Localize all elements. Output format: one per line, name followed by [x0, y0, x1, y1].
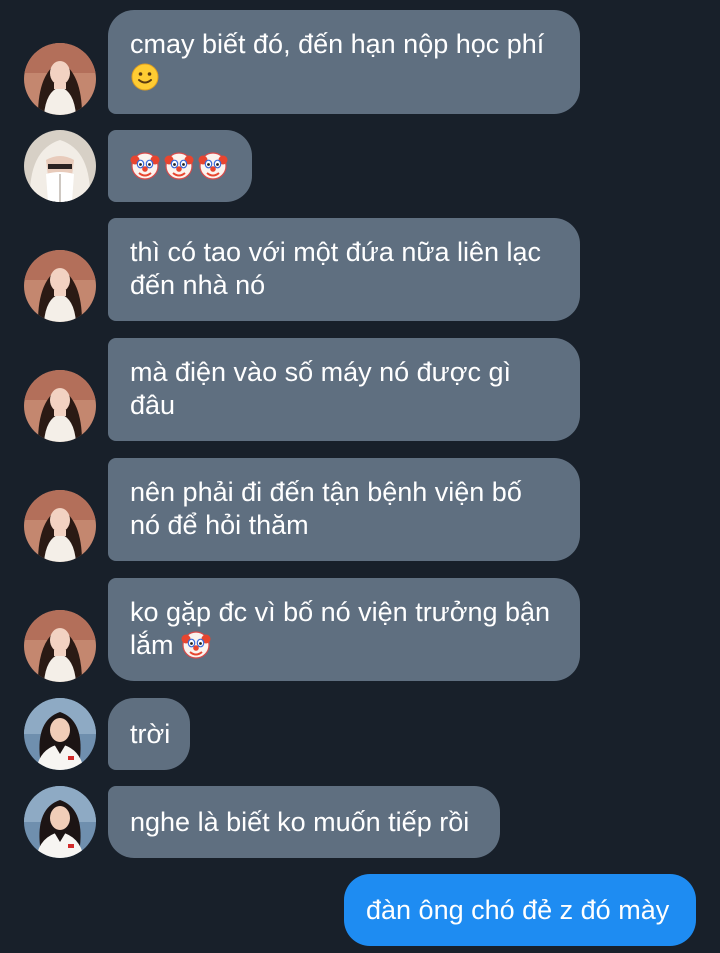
message-text: mà điện vào số máy nó được gì	[130, 357, 511, 387]
clown-face-icon	[181, 630, 211, 660]
avatar-friend-a[interactable]	[24, 490, 96, 562]
message-text: nên phải đi đến tận bệnh viện bố	[130, 477, 522, 507]
message-bubble[interactable]: nên phải đi đến tận bệnh viện bố nó để h…	[108, 458, 580, 561]
message-text: cmay biết đó, đến hạn nộp học phí	[130, 29, 545, 59]
message-text: đến nhà nó	[130, 270, 266, 300]
avatar-friend-a[interactable]	[24, 43, 96, 115]
chat-thread[interactable]: cmay biết đó, đến hạn nộp học phí thì có…	[0, 0, 720, 953]
outgoing-message-bubble[interactable]: đàn ông chó đẻ z đó mày	[344, 874, 696, 946]
message-text: lắm	[130, 630, 174, 660]
message-text: thì có tao với một đứa nữa liên lạc	[130, 237, 542, 267]
message-bubble[interactable]: cmay biết đó, đến hạn nộp học phí	[108, 10, 580, 114]
message-text: nghe là biết ko muốn tiếp rồi	[130, 807, 470, 837]
slightly-smiling-face-icon	[130, 62, 160, 92]
message-text: đâu	[130, 390, 176, 420]
avatar-friend-a[interactable]	[24, 610, 96, 682]
message-text: ko gặp đc vì bố nó viện trưởng bận	[130, 597, 551, 627]
message-bubble[interactable]	[108, 130, 252, 202]
message-bubble[interactable]: ko gặp đc vì bố nó viện trưởng bận lắm	[108, 578, 580, 681]
avatar-friend-a[interactable]	[24, 370, 96, 442]
avatar-friend-a[interactable]	[24, 250, 96, 322]
clown-face-icon	[198, 151, 228, 181]
message-text: đàn ông chó đẻ z đó mày	[366, 895, 670, 925]
clown-face-icon	[130, 151, 160, 181]
message-bubble[interactable]: trời	[108, 698, 190, 770]
message-text: nó để hỏi thăm	[130, 510, 309, 540]
message-bubble[interactable]: thì có tao với một đứa nữa liên lạc đến …	[108, 218, 580, 321]
message-text: trời	[130, 719, 171, 749]
avatar-friend-c[interactable]	[24, 698, 96, 770]
avatar-friend-c[interactable]	[24, 786, 96, 858]
message-bubble[interactable]: nghe là biết ko muốn tiếp rồi	[108, 786, 500, 858]
avatar-friend-b[interactable]	[24, 130, 96, 202]
clown-face-icon	[164, 151, 194, 181]
message-bubble[interactable]: mà điện vào số máy nó được gì đâu	[108, 338, 580, 441]
